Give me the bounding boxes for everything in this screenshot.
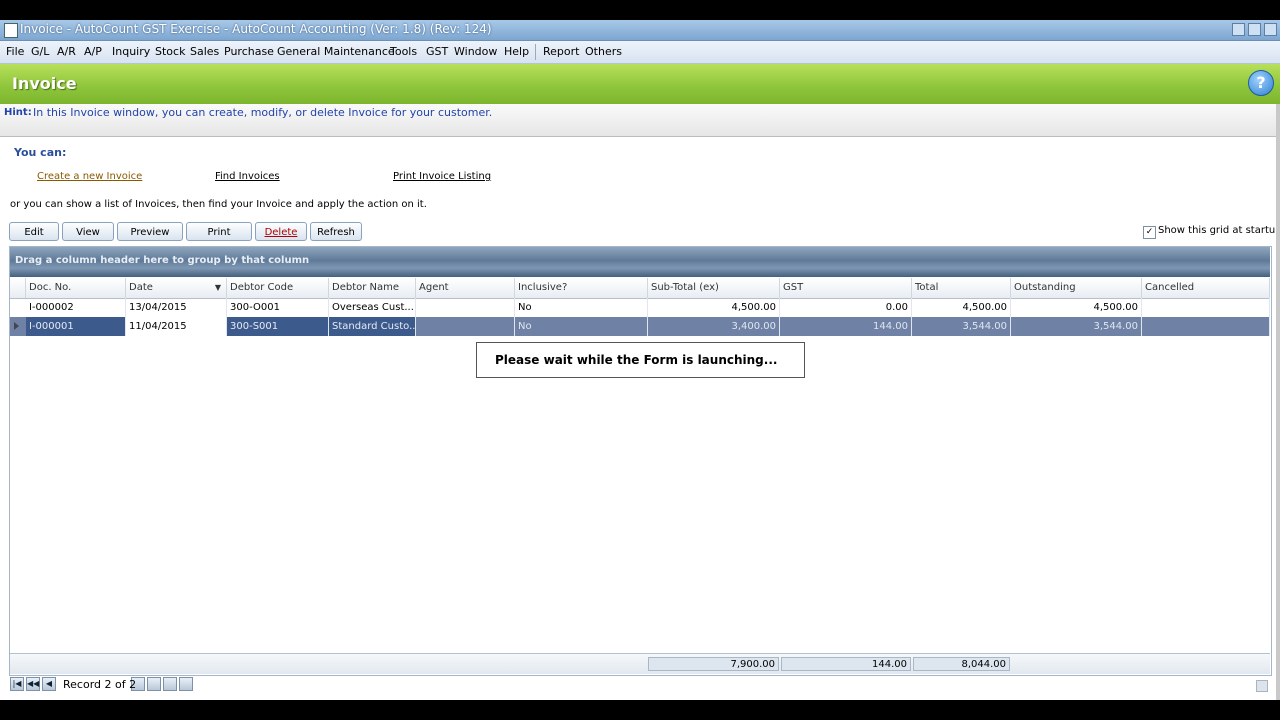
menu-gl[interactable]: G/L — [31, 45, 49, 58]
column-debtor-name[interactable]: Debtor Name — [329, 278, 416, 298]
menu-purchase[interactable]: Purchase — [224, 45, 274, 58]
hint-label: Hint: — [4, 107, 32, 118]
menu-help[interactable]: Help — [504, 45, 529, 58]
cell-debtor-name[interactable]: Overseas Cust... — [329, 298, 416, 317]
group-by-panel[interactable]: Drag a column header here to group by th… — [10, 247, 1270, 277]
prev-record-icon[interactable]: ◀ — [42, 677, 56, 691]
column-doc-no[interactable]: Doc. No. — [26, 278, 126, 298]
cell-subtotal[interactable]: 3,400.00 — [648, 317, 780, 336]
menu-report[interactable]: Report — [543, 45, 579, 58]
window-title-bar: Invoice - AutoCount GST Exercise - AutoC… — [0, 20, 1280, 41]
show-grid-checkbox[interactable]: ✓ — [1143, 226, 1156, 239]
app-icon — [4, 23, 18, 38]
cell-agent[interactable] — [416, 298, 515, 317]
page-title: Invoice — [12, 74, 77, 93]
cell-cancelled[interactable] — [1142, 298, 1270, 317]
cell-date[interactable]: 11/04/2015 — [126, 317, 227, 336]
cell-doc-no[interactable]: I-000002 — [26, 298, 126, 317]
grid-footer: 7,900.00 144.00 8,044.00 — [10, 653, 1270, 674]
help-icon[interactable]: ? — [1248, 70, 1274, 96]
menu-ap[interactable]: A/P — [84, 45, 102, 58]
cell-total[interactable]: 4,500.00 — [912, 298, 1011, 317]
view-button[interactable]: View — [62, 222, 114, 241]
you-can-label: You can: — [14, 146, 67, 159]
loading-dialog: Please wait while the Form is launching.… — [476, 342, 805, 378]
cell-gst[interactable]: 0.00 — [780, 298, 912, 317]
instruction-text: or you can show a list of Invoices, then… — [10, 199, 427, 210]
cell-date[interactable]: 13/04/2015 — [126, 298, 227, 317]
column-gst[interactable]: GST — [780, 278, 912, 298]
column-agent[interactable]: Agent — [416, 278, 515, 298]
cell-agent[interactable] — [416, 317, 515, 336]
cell-outstanding[interactable]: 4,500.00 — [1011, 298, 1142, 317]
restore-icon[interactable] — [1248, 23, 1261, 36]
cell-gst[interactable]: 144.00 — [780, 317, 912, 336]
loading-message: Please wait while the Form is launching.… — [495, 353, 778, 367]
record-count: Record 2 of 2 — [63, 678, 137, 691]
cell-doc-no[interactable]: I-000001 — [26, 317, 126, 336]
cell-debtor-code[interactable]: 300-O001 — [227, 298, 329, 317]
next-page-icon[interactable] — [147, 677, 161, 691]
cell-inclusive[interactable]: No — [515, 298, 648, 317]
window-title: Invoice - AutoCount GST Exercise - AutoC… — [20, 22, 492, 36]
last-record-icon[interactable] — [163, 677, 177, 691]
edit-button[interactable]: Edit — [9, 222, 59, 241]
row-indicator-header — [10, 278, 26, 298]
menu-sales[interactable]: Sales — [190, 45, 219, 58]
first-record-icon[interactable]: |◀ — [10, 677, 24, 691]
refresh-button[interactable]: Refresh — [310, 222, 362, 241]
sort-desc-icon: ▼ — [214, 283, 221, 292]
preview-button[interactable]: Preview — [117, 222, 183, 241]
footer-total: 8,044.00 — [913, 657, 1010, 671]
add-record-icon[interactable] — [179, 677, 193, 691]
close-icon[interactable] — [1264, 23, 1277, 36]
cell-debtor-name[interactable]: Standard Custo... — [329, 317, 416, 336]
create-invoice-link[interactable]: Create a new Invoice — [37, 171, 142, 182]
print-button[interactable]: Print — [186, 222, 252, 241]
cell-cancelled[interactable] — [1142, 317, 1270, 336]
hint-text: In this Invoice window, you can create, … — [33, 106, 493, 119]
prev-page-icon[interactable]: ◀◀ — [26, 677, 40, 691]
menu-tools[interactable]: Tools — [390, 45, 417, 58]
menu-ar[interactable]: A/R — [57, 45, 76, 58]
footer-subtotal: 7,900.00 — [648, 657, 779, 671]
menu-others[interactable]: Others — [585, 45, 622, 58]
menu-file[interactable]: File — [6, 45, 24, 58]
menu-stock[interactable]: Stock — [155, 45, 185, 58]
cell-debtor-code[interactable]: 300-S001 — [227, 317, 329, 336]
print-listing-link[interactable]: Print Invoice Listing — [393, 171, 491, 182]
column-outstanding[interactable]: Outstanding — [1011, 278, 1142, 298]
vertical-scrollbar[interactable] — [1276, 104, 1280, 700]
menu-window[interactable]: Window — [454, 45, 497, 58]
delete-button[interactable]: Delete — [255, 222, 307, 241]
column-date-label: Date — [129, 282, 153, 293]
column-subtotal[interactable]: Sub-Total (ex) — [648, 278, 780, 298]
column-cancelled[interactable]: Cancelled — [1142, 278, 1270, 298]
minimize-icon[interactable] — [1232, 23, 1245, 36]
table-row-selected[interactable]: I-000001 11/04/2015 300-S001 Standard Cu… — [10, 317, 1270, 336]
hint-panel: Hint: In this Invoice window, you can cr… — [0, 104, 1276, 137]
column-inclusive[interactable]: Inclusive? — [515, 278, 648, 298]
cell-outstanding[interactable]: 3,544.00 — [1011, 317, 1142, 336]
cell-total[interactable]: 3,544.00 — [912, 317, 1011, 336]
menu-bar: File G/L A/R A/P Inquiry Stock Sales Pur… — [0, 41, 1280, 64]
menu-general-maintenance[interactable]: General Maintenance — [277, 45, 395, 58]
column-date[interactable]: Date ▼ — [126, 278, 227, 298]
grid-column-header: Doc. No. Date ▼ Debtor Code Debtor Name … — [10, 278, 1270, 299]
current-row-icon — [14, 322, 19, 330]
cell-subtotal[interactable]: 4,500.00 — [648, 298, 780, 317]
table-row[interactable]: I-000002 13/04/2015 300-O001 Overseas Cu… — [10, 298, 1270, 318]
menu-separator — [535, 44, 536, 60]
show-grid-label: Show this grid at startup — [1158, 225, 1280, 236]
resize-grip[interactable] — [1256, 680, 1268, 692]
cell-inclusive[interactable]: No — [515, 317, 648, 336]
column-debtor-code[interactable]: Debtor Code — [227, 278, 329, 298]
menu-gst[interactable]: GST — [426, 45, 448, 58]
page-header: Invoice — [0, 64, 1280, 104]
footer-gst: 144.00 — [781, 657, 911, 671]
group-by-hint: Drag a column header here to group by th… — [15, 255, 310, 266]
menu-inquiry[interactable]: Inquiry — [112, 45, 150, 58]
column-total[interactable]: Total — [912, 278, 1011, 298]
find-invoices-link[interactable]: Find Invoices — [215, 171, 280, 182]
